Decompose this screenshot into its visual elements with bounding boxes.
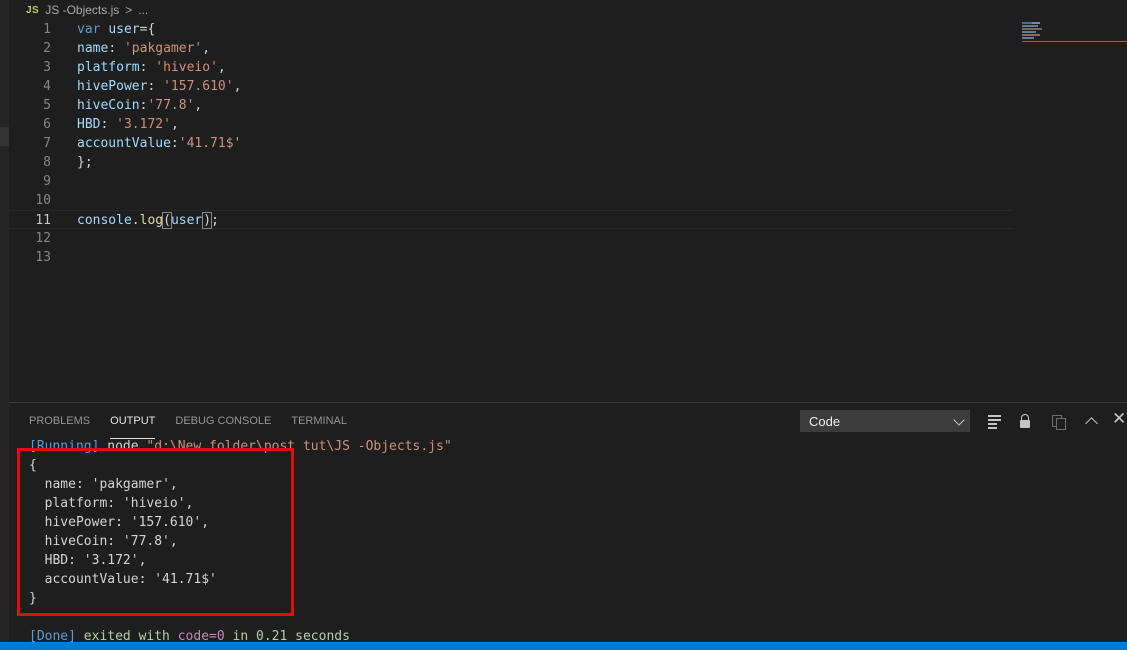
code-token: 'hiveio' [155,60,218,75]
minimap[interactable] [1013,0,1127,400]
code-token: : [170,136,179,151]
breadcrumb-file[interactable]: JS -Objects.js [45,3,119,17]
code-text: platform: 'hiveio', [77,58,226,77]
code-token: ( [162,212,172,229]
code-token: name [77,41,109,56]
code-token: '41.71$' [178,136,242,151]
output-channel-select[interactable]: Code [800,410,970,432]
code-line[interactable]: 1 var user={ [9,20,1013,39]
code-line[interactable]: 10 [9,191,1013,210]
line-number: 7 [43,136,51,151]
code-token: , [233,79,242,94]
code-token: log [139,213,164,228]
code-line[interactable]: 13 [9,248,1013,267]
status-bar [0,642,1127,650]
clear-output-icon[interactable] [985,411,1005,431]
code-line[interactable]: 12 [9,229,1013,248]
code-token: . [131,213,140,228]
code-text: name: 'pakgamer', [77,39,210,58]
code-token: ; [211,213,219,228]
code-token: : [139,60,156,75]
code-line[interactable]: 2 name: 'pakgamer', [9,39,1013,58]
code-line[interactable]: 8}; [9,153,1013,172]
code-line[interactable]: 9 [9,172,1013,191]
code-text: var user={ [77,20,155,39]
chevron-right-icon: > [125,3,133,17]
strip-marker [0,127,9,146]
activity-strip [0,0,9,642]
code-token: , [217,60,226,75]
line-number: 12 [35,231,51,246]
line-number: 13 [35,250,51,265]
code-token: '157.610' [163,79,234,94]
code-token: platform [77,60,140,75]
code-text: }; [77,153,93,172]
code-text: console.log(user); [77,211,219,230]
code-text: accountValue:'41.71$' [77,134,241,153]
code-token: : [147,79,164,94]
line-number: 1 [43,22,51,37]
code-token: 'pakgamer' [123,41,203,56]
minimap-viewport-line [1022,41,1127,42]
code-token: , [170,117,179,132]
output-channel-value: Code [809,414,841,429]
code-token: , [202,41,211,56]
code-token: '3.172' [116,117,171,132]
code-token: var [77,22,101,37]
code-line[interactable]: 7 accountValue:'41.71$' [9,134,1013,153]
code-text: HBD: '3.172', [77,115,179,134]
code-token: accountValue [77,136,171,151]
breadcrumb-trail[interactable]: ... [138,3,148,17]
chevron-down-icon [953,414,965,426]
code-token: '77.8' [147,98,195,113]
line-number: 9 [43,174,51,189]
javascript-file-icon: JS [26,4,40,16]
line-number: 6 [43,117,51,132]
highlight-box [17,448,294,616]
code-editor[interactable]: 1 var user={2 name: 'pakgamer', 3 platform: … [9,20,1013,400]
code-text: hiveCoin:'77.8', [77,96,202,115]
code-token: user [108,22,140,37]
line-number: 11 [35,213,51,228]
code-token: user [170,213,203,228]
line-number: 3 [43,60,51,75]
code-token: , [194,98,203,113]
line-number: 10 [35,193,51,208]
lock-scroll-icon[interactable] [1015,411,1035,431]
code-token: }; [77,155,93,170]
code-text: hivePower: '157.610', [77,77,241,96]
code-token: ={ [139,22,156,37]
tab-debug-console[interactable]: DEBUG CONSOLE [175,403,271,439]
line-number: 8 [43,155,51,170]
close-panel-icon[interactable]: ✕ [1110,409,1127,431]
code-token: HBD [77,117,101,132]
panel-tabs: PROBLEMS OUTPUT DEBUG CONSOLE TERMINAL [29,403,347,439]
code-line[interactable]: 11 console.log(user); [9,210,1013,229]
line-number: 2 [43,41,51,56]
code-token: hiveCoin [77,98,140,113]
code-line[interactable]: 6 HBD: '3.172', [9,115,1013,134]
line-number: 5 [43,98,51,113]
code-line[interactable]: 3 platform: 'hiveio', [9,58,1013,77]
tab-problems[interactable]: PROBLEMS [29,403,90,439]
tab-terminal[interactable]: TERMINAL [291,403,347,439]
maximize-panel-icon[interactable] [1082,411,1102,431]
bottom-panel: PROBLEMS OUTPUT DEBUG CONSOLE TERMINAL Code… [9,402,1127,644]
breadcrumb: JS JS -Objects.js > ... [26,0,148,20]
code-token: : [100,117,117,132]
open-log-icon[interactable] [1048,411,1068,431]
code-line[interactable]: 4 hivePower: '157.610', [9,77,1013,96]
code-token: hivePower [77,79,148,94]
code-token: console [77,213,132,228]
line-number: 4 [43,79,51,94]
tab-output[interactable]: OUTPUT [110,403,156,439]
code-line[interactable]: 5 hiveCoin:'77.8', [9,96,1013,115]
code-token: : [108,41,124,56]
code-token: ) [202,212,213,229]
